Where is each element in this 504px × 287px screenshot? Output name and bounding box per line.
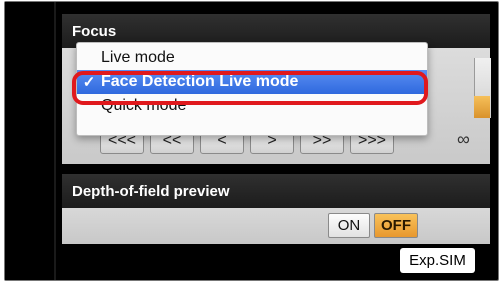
dof-body: ON OFF <box>62 208 490 244</box>
dof-off-button[interactable]: OFF <box>374 213 418 238</box>
menu-item-live-mode[interactable]: Live mode <box>77 46 427 70</box>
exp-sim-badge: Exp.SIM <box>400 248 475 273</box>
focus-active-indicator <box>474 96 490 118</box>
camera-settings-panel: Focus <<< << < > >> >>> ∞ Live mode ✓ Fa… <box>4 1 499 281</box>
menu-item-label: Live mode <box>101 49 175 66</box>
left-gutter <box>5 2 54 280</box>
dof-on-button[interactable]: ON <box>328 213 370 238</box>
settings-column: Focus <<< << < > >> >>> ∞ Live mode ✓ Fa… <box>62 2 491 280</box>
infinity-label: ∞ <box>457 129 470 149</box>
highlight-annotation <box>72 71 428 105</box>
dof-header: Depth-of-field preview <box>62 174 490 208</box>
gutter-divider <box>54 2 56 280</box>
